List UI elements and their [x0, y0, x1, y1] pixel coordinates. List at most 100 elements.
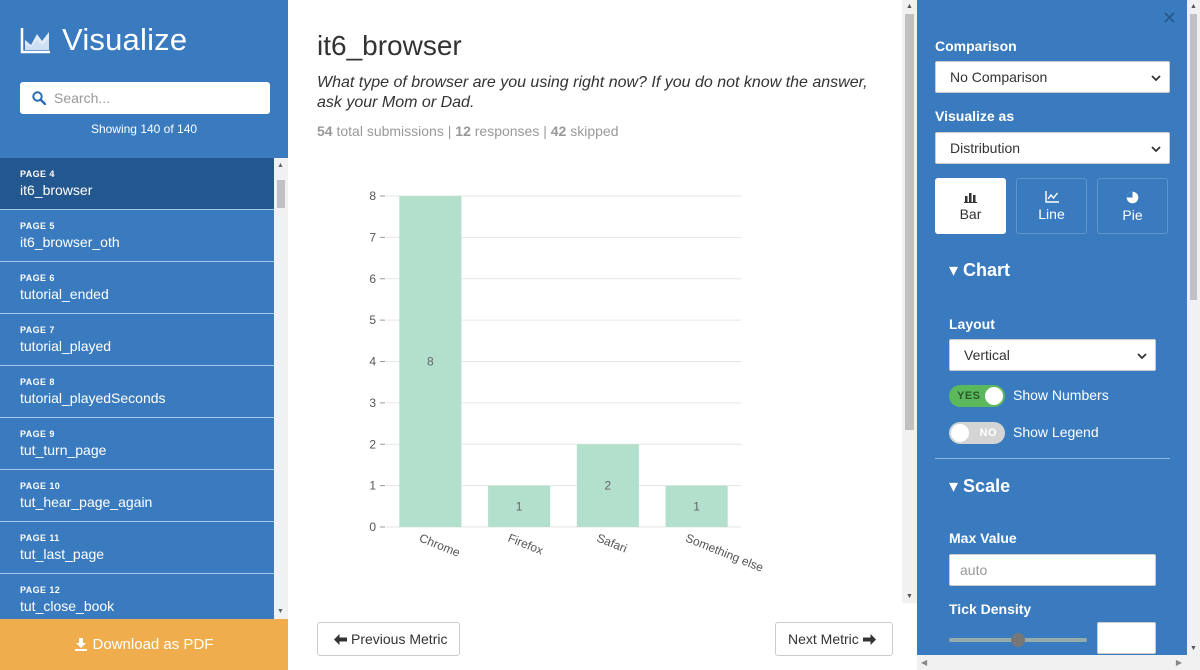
- y-tick-label: 1: [369, 479, 376, 493]
- showing-count: Showing 140 of 140: [90, 122, 198, 136]
- next-metric-button[interactable]: Next Metric: [775, 622, 893, 656]
- show-legend-state: NO: [979, 427, 997, 439]
- line-chart-icon: [1044, 191, 1059, 203]
- comparison-value: No Comparison: [950, 69, 1048, 85]
- show-legend-toggle[interactable]: NO: [949, 422, 1005, 444]
- previous-metric-button[interactable]: Previous Metric: [317, 622, 461, 656]
- arrow-left-icon: [334, 633, 347, 645]
- download-pdf-button[interactable]: Download as PDF: [0, 619, 288, 670]
- sidebar-item-page: PAGE 4: [20, 169, 55, 179]
- visualize-as-label: Visualize as: [935, 108, 1015, 124]
- max-value-label: Max Value: [949, 530, 1017, 546]
- close-icon[interactable]: ✕: [1162, 8, 1177, 29]
- visualize-as-value: Distribution: [950, 140, 1021, 156]
- y-tick-label: 4: [369, 355, 376, 369]
- data-label: 8: [427, 355, 434, 369]
- sidebar-item-page: PAGE 7: [20, 325, 55, 335]
- y-tick-label: 3: [369, 396, 376, 410]
- scroll-up-arrow-icon[interactable]: ▲: [1190, 3, 1197, 10]
- layout-label: Layout: [949, 316, 995, 332]
- scale-section-header[interactable]: ▾ Scale: [949, 476, 1010, 497]
- chart-section-header[interactable]: ▾ Chart: [949, 260, 1010, 281]
- main-content: it6_browser What type of browser are you…: [288, 0, 902, 670]
- sidebar-item-page: PAGE 5: [20, 221, 55, 231]
- sidebar-item-page: PAGE 8: [20, 377, 55, 387]
- section-divider: [935, 458, 1170, 459]
- search-input[interactable]: [54, 90, 254, 106]
- data-label: 1: [516, 499, 523, 513]
- y-tick-label: 7: [369, 230, 376, 244]
- comparison-select[interactable]: No Comparison: [935, 61, 1170, 93]
- sidebar-item-name: tut_turn_page: [20, 442, 107, 458]
- pie-type-button[interactable]: Pie: [1097, 178, 1168, 234]
- sidebar-item-name: tutorial_played: [20, 338, 112, 354]
- scroll-left-arrow-icon[interactable]: ◀: [921, 658, 927, 667]
- max-value-input[interactable]: [949, 554, 1156, 586]
- scale-section-title: Scale: [963, 476, 1011, 496]
- scrollbar-thumb[interactable]: [277, 180, 285, 208]
- sidebar-item-7[interactable]: PAGE 11 tut_last_page: [0, 522, 274, 574]
- show-numbers-state: YES: [957, 390, 981, 402]
- sidebar-item-name: tut_hear_page_again: [20, 494, 153, 510]
- layout-value: Vertical: [964, 347, 1010, 363]
- chevron-down-icon: [1137, 353, 1147, 360]
- metric-list: PAGE 4 it6_browser PAGE 5 it6_browser_oth PA…: [0, 158, 274, 619]
- pie-chart-icon: [1126, 191, 1139, 204]
- search-box[interactable]: [20, 82, 270, 114]
- show-legend-label: Show Legend: [1013, 424, 1099, 440]
- scrollbar-thumb[interactable]: [1190, 14, 1197, 300]
- sidebar-item-4[interactable]: PAGE 8 tutorial_playedSeconds: [0, 366, 274, 418]
- brand-title: Visualize: [62, 22, 188, 57]
- sidebar-item-page: PAGE 10: [20, 481, 61, 491]
- y-tick-label: 6: [369, 272, 376, 286]
- chart-section-title: Chart: [963, 260, 1011, 280]
- sidebar-item-3[interactable]: PAGE 7 tutorial_played: [0, 314, 274, 366]
- sidebar-item-5[interactable]: PAGE 9 tut_turn_page: [0, 418, 274, 470]
- layout-select[interactable]: Vertical: [949, 339, 1156, 371]
- sidebar-item-6[interactable]: PAGE 10 tut_hear_page_again: [0, 470, 274, 522]
- sidebar-item-name: it6_browser: [20, 182, 93, 198]
- sidebar: Visualize Showing 140 of 140 PAGE 4 it6_b…: [0, 0, 288, 670]
- scroll-up-arrow-icon[interactable]: ▲: [906, 3, 913, 10]
- sidebar-item-1[interactable]: PAGE 5 it6_browser_oth: [0, 210, 274, 262]
- brand: Visualize: [20, 20, 187, 60]
- panel-scrollbar[interactable]: ▲ ▼: [1187, 0, 1200, 655]
- total-count: 54: [317, 123, 333, 139]
- sidebar-item-0[interactable]: PAGE 4 it6_browser: [0, 158, 274, 210]
- tick-density-input[interactable]: [1097, 622, 1156, 654]
- y-tick-label: 8: [369, 189, 376, 203]
- sidebar-item-name: tut_last_page: [20, 546, 105, 562]
- show-numbers-label: Show Numbers: [1013, 387, 1109, 403]
- tick-density-slider[interactable]: [949, 630, 1087, 650]
- data-label: 2: [605, 479, 612, 493]
- toggle-knob: [985, 387, 1003, 405]
- bar-chart: 0 1 2 3 4 5 6 7 8 8 Chrome 1 Firefox 2 Safari 1 Somethin…: [369, 189, 765, 575]
- search-icon: [32, 91, 46, 105]
- sidebar-item-page: PAGE 11: [20, 533, 60, 543]
- x-tick-label: Safari: [595, 531, 629, 556]
- tick-density-label: Tick Density: [949, 601, 1032, 617]
- bar-type-button[interactable]: Bar: [935, 178, 1006, 234]
- sidebar-item-name: tut_close_book: [20, 598, 115, 614]
- metric-list-scrollbar[interactable]: ▲ ▼: [274, 158, 288, 619]
- comparison-label: Comparison: [935, 38, 1017, 54]
- scroll-right-arrow-icon[interactable]: ▶: [1176, 658, 1182, 667]
- scrollbar-thumb[interactable]: [905, 14, 914, 430]
- download-icon: [74, 638, 87, 651]
- visualize-as-select[interactable]: Distribution: [935, 132, 1170, 164]
- chevron-down-icon: [1151, 75, 1161, 82]
- line-type-button[interactable]: Line: [1016, 178, 1087, 234]
- scroll-down-arrow-icon[interactable]: ▼: [906, 593, 913, 600]
- slider-handle[interactable]: [1011, 633, 1025, 647]
- show-numbers-toggle[interactable]: YES: [949, 385, 1005, 407]
- panel-horizontal-scrollbar[interactable]: ◀ ▶: [917, 655, 1200, 670]
- responses-label: responses: [474, 123, 540, 139]
- chevron-down-icon: [1151, 146, 1161, 153]
- responses-count: 12: [455, 123, 471, 139]
- scroll-up-arrow-icon[interactable]: ▲: [277, 162, 284, 169]
- main-scrollbar[interactable]: ▲ ▼: [902, 0, 917, 603]
- scroll-down-arrow-icon[interactable]: ▼: [277, 608, 284, 615]
- sidebar-item-8[interactable]: PAGE 12 tut_close_book: [0, 574, 274, 619]
- scroll-down-arrow-icon[interactable]: ▼: [1190, 645, 1197, 652]
- sidebar-item-2[interactable]: PAGE 6 tutorial_ended: [0, 262, 274, 314]
